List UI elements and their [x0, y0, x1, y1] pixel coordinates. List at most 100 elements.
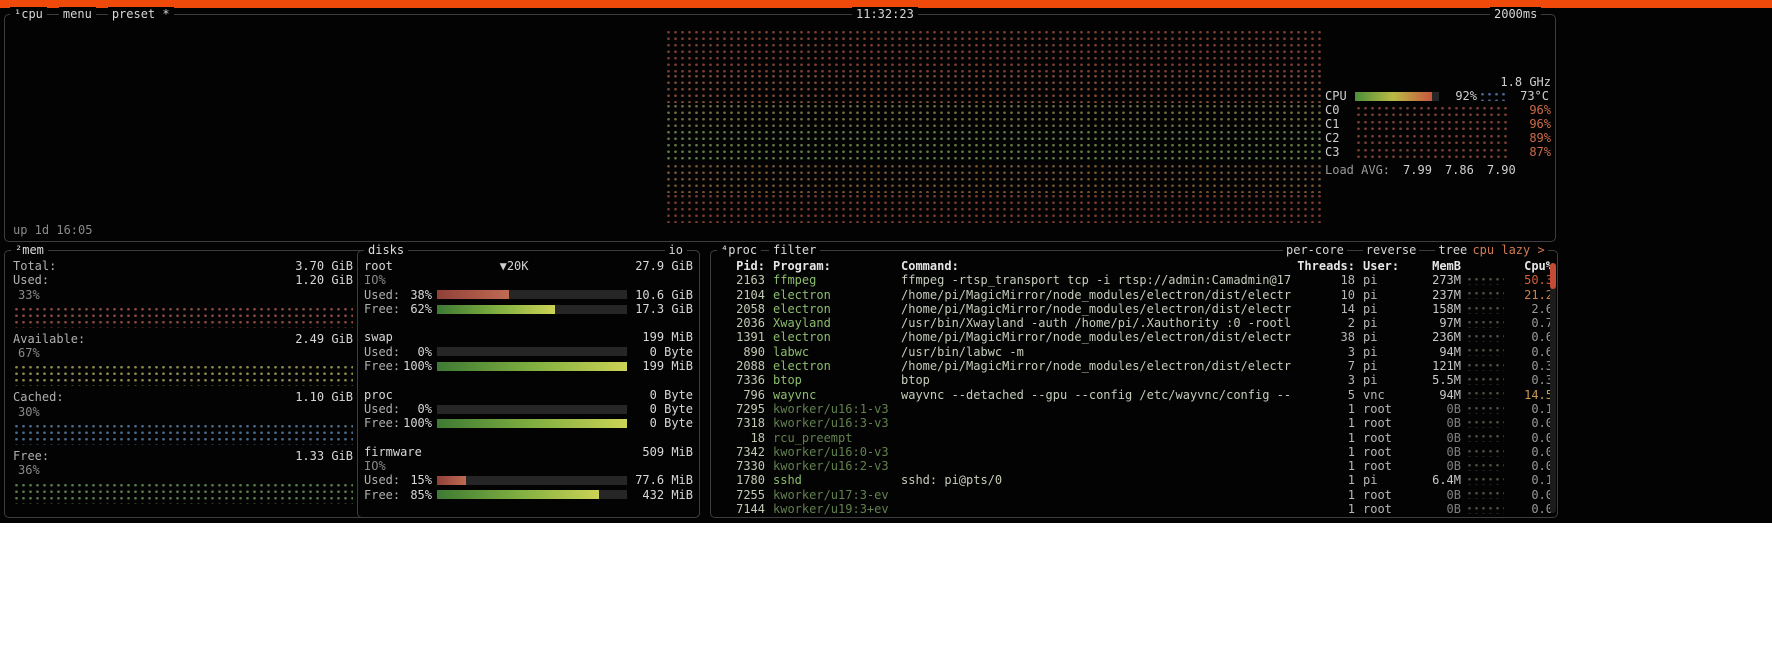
cpu-total-meter — [1355, 92, 1439, 101]
process-command: /home/pi/MagicMirror/node_modules/electr… — [901, 330, 1291, 344]
disk-header-row[interactable]: root▼20K27.9 GiB — [364, 259, 693, 273]
disks-box: disks io root▼20K27.9 GiBIO%Used:38%10.6… — [357, 250, 700, 518]
disk-header-row[interactable]: firmware509 MiB — [364, 445, 693, 459]
column-header-user[interactable]: User: — [1363, 259, 1415, 273]
process-row[interactable]: 1780sshdsshd: pi@pts/01pi6.4M0.1 — [717, 473, 1553, 487]
disk-used-meter — [437, 476, 627, 485]
process-cpu: 0.6 — [1507, 330, 1553, 344]
disks-io-button[interactable]: io — [665, 243, 687, 257]
process-row[interactable]: 796wayvncwayvnc --detached --gpu --confi… — [717, 388, 1553, 402]
process-row[interactable]: 7295kworker/u16:1-v31root0B0.1 — [717, 402, 1553, 416]
disk-used-meter — [437, 347, 627, 356]
process-mem: 97M — [1415, 316, 1461, 330]
disk-size: 0 Byte — [650, 388, 693, 402]
process-user: root — [1363, 445, 1415, 459]
core-usage-graph — [1355, 147, 1509, 158]
column-header-cpu[interactable]: Cpu% — [1507, 259, 1553, 273]
proc-filter-button[interactable]: filter — [769, 243, 820, 257]
process-cpu: 0.0 — [1507, 459, 1553, 473]
proc-scrollbar-thumb[interactable] — [1550, 263, 1556, 289]
process-command: /home/pi/MagicMirror/node_modules/electr… — [901, 288, 1291, 302]
process-row[interactable]: 7342kworker/u16:0-v31root0B0.0 — [717, 445, 1553, 459]
disk-used-row: Used:0%0 Byte — [364, 402, 693, 416]
disk-free-meter-fill — [437, 362, 627, 371]
process-row[interactable]: 7318kworker/u16:3-v31root0B0.0 — [717, 416, 1553, 430]
disk-used-row: Used:0%0 Byte — [364, 345, 693, 359]
proc-box-title[interactable]: ⁴proc — [717, 243, 761, 257]
process-threads: 7 — [1291, 359, 1355, 373]
process-pid: 7342 — [717, 445, 765, 459]
process-row[interactable]: 7336btopbtop3pi5.5M0.3 — [717, 373, 1553, 387]
refresh-interval[interactable]: 2000ms — [1490, 7, 1541, 21]
disk-entries: root▼20K27.9 GiBIO%Used:38%10.6 GiBFree:… — [364, 259, 693, 502]
header-tab-menu[interactable]: menu — [59, 7, 96, 21]
cpu-core-row: C096% — [1325, 103, 1551, 117]
process-threads: 1 — [1291, 445, 1355, 459]
process-mem: 5.5M — [1415, 373, 1461, 387]
btop-terminal: ¹cpumenupreset * 11:32:23 2000ms up 1d 1… — [0, 0, 1772, 523]
process-row[interactable]: 18rcu_preempt1root0B0.0 — [717, 431, 1553, 445]
proc-option-percore[interactable]: per-core — [1283, 243, 1347, 257]
mem-box-title[interactable]: ²mem — [11, 243, 48, 257]
process-mem-graph — [1466, 476, 1504, 485]
process-name: btop — [773, 373, 893, 387]
core-label: C1 — [1325, 117, 1349, 131]
mem-stat-graph — [13, 482, 353, 504]
proc-option-reverse[interactable]: reverse — [1363, 243, 1420, 257]
column-header-mem[interactable]: MemB — [1415, 259, 1461, 273]
cpu-core-rows: C096%C196%C289%C387% — [1325, 103, 1551, 159]
column-header-threads[interactable]: Threads: — [1291, 259, 1355, 273]
disk-size: 199 MiB — [642, 330, 693, 344]
cpu-summary-row: CPU 92% 73°C — [1325, 89, 1551, 103]
process-pid: 7295 — [717, 402, 765, 416]
proc-scrollbar[interactable] — [1550, 263, 1556, 513]
process-row[interactable]: 890labwc/usr/bin/labwc -m3pi94M0.6 — [717, 345, 1553, 359]
process-row[interactable]: 1391electron/home/pi/MagicMirror/node_mo… — [717, 330, 1553, 344]
disk-free-label: Free: — [364, 416, 402, 430]
disk-free-meter — [437, 490, 627, 499]
process-name: wayvnc — [773, 388, 893, 402]
process-row[interactable]: 2104electron/home/pi/MagicMirror/node_mo… — [717, 288, 1553, 302]
process-mem: 273M — [1415, 273, 1461, 287]
process-user: pi — [1363, 330, 1415, 344]
process-row[interactable]: 7330kworker/u16:2-v31root0B0.0 — [717, 459, 1553, 473]
disk-used-label: Used: — [364, 402, 402, 416]
process-mem-graph — [1466, 376, 1504, 385]
core-percent: 89% — [1515, 131, 1551, 145]
header-tab-preset[interactable]: preset * — [108, 7, 174, 21]
process-mem: 0B — [1415, 416, 1461, 430]
process-user: pi — [1363, 473, 1415, 487]
disk-header-row[interactable]: swap199 MiB — [364, 330, 693, 344]
process-pid: 796 — [717, 388, 765, 402]
column-header-command[interactable]: Command: — [901, 259, 1291, 273]
disk-free-meter-fill — [437, 490, 599, 499]
disk-header-row[interactable]: proc0 Byte — [364, 388, 693, 402]
load-average-label: Load AVG: — [1325, 163, 1390, 177]
header-tab-cpu[interactable]: ¹cpu — [10, 7, 47, 21]
process-row[interactable]: 7255kworker/u17:3-ev1root0B0.0 — [717, 488, 1553, 502]
cpu-side-panel: 1.8 GHz CPU 92% 73°C C096%C196%C289%C387… — [1325, 75, 1551, 177]
disk-free-percent: 100% — [402, 359, 432, 373]
process-row[interactable]: 2036Xwayland/usr/bin/Xwayland -auth /hom… — [717, 316, 1553, 330]
mem-stat-graph — [13, 306, 353, 328]
process-command: /usr/bin/labwc -m — [901, 345, 1291, 359]
column-header-pid[interactable]: Pid: — [717, 259, 765, 273]
process-mem-graph-cell — [1461, 319, 1507, 328]
disks-box-title: disks — [364, 243, 408, 257]
mem-stat-graph — [13, 364, 353, 386]
process-row[interactable]: 7144kworker/u19:3+ev1root0B0.0 — [717, 502, 1553, 516]
process-mem-graph-cell — [1461, 476, 1507, 485]
disk-name: firmware — [364, 445, 422, 459]
proc-option-tree[interactable]: tree — [1435, 243, 1470, 257]
process-mem-graph-cell — [1461, 405, 1507, 414]
process-row[interactable]: 2163ffmpegffmpeg -rtsp_transport tcp -i … — [717, 273, 1553, 287]
column-header-program[interactable]: Program: — [773, 259, 893, 273]
mem-stat-label: Used: — [13, 273, 49, 287]
process-pid: 18 — [717, 431, 765, 445]
process-name: rcu_preempt — [773, 431, 893, 445]
process-row[interactable]: 2058electron/home/pi/MagicMirror/node_mo… — [717, 302, 1553, 316]
mem-box: ²mem Total:3.70 GiBUsed:1.20 GiB33%Avail… — [4, 250, 700, 518]
process-pid: 7318 — [717, 416, 765, 430]
disk-used-percent: 0% — [402, 345, 432, 359]
process-row[interactable]: 2088electron/home/pi/MagicMirror/node_mo… — [717, 359, 1553, 373]
